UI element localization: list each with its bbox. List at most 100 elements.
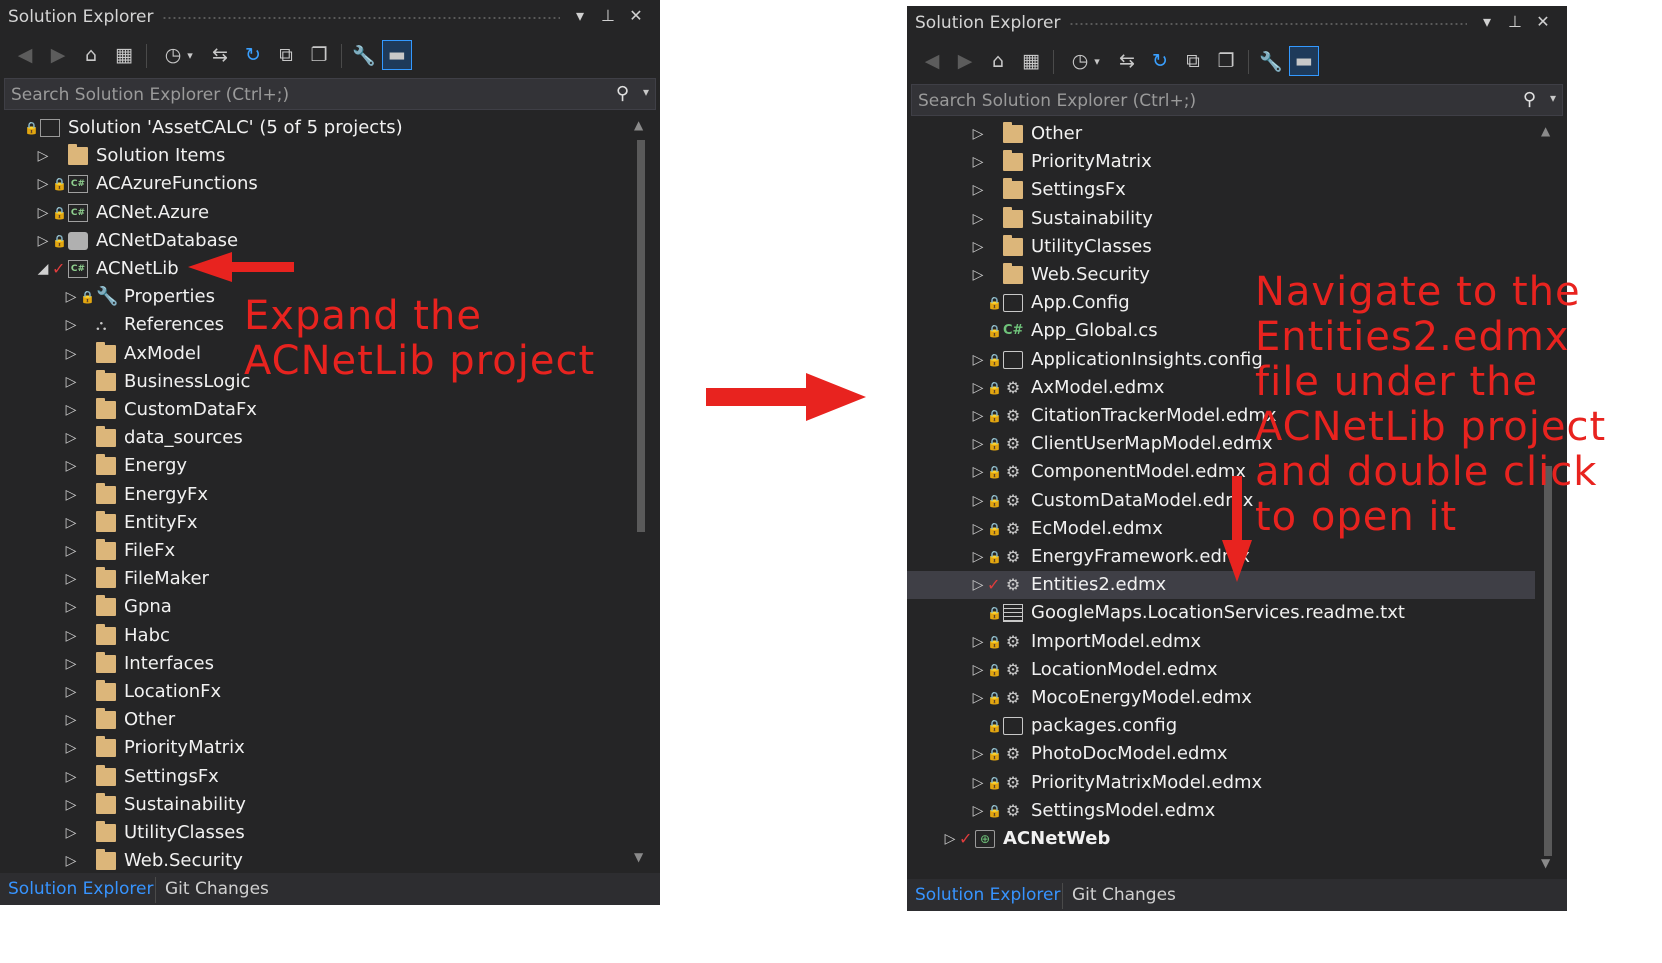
show-all-files-icon[interactable]: ❐ [1211, 46, 1241, 76]
right-search-box[interactable]: Search Solution Explorer (Ctrl+;) ⚲ ▾ [911, 84, 1563, 116]
collapsed-arrow-icon[interactable]: ▷ [971, 430, 985, 458]
expanded-arrow-icon[interactable]: ◢ [36, 255, 50, 283]
tree-item[interactable]: ▷ Energy [0, 452, 632, 480]
collapsed-arrow-icon[interactable]: ▷ [64, 452, 78, 480]
collapsed-arrow-icon[interactable]: ▷ [64, 396, 78, 424]
tree-item[interactable]: ▷ CustomDataFx [0, 396, 632, 424]
tree-item[interactable]: ▷ SettingsFx [0, 763, 632, 791]
preview-selected-items-icon[interactable]: ▬ [382, 40, 412, 70]
tree-item[interactable]: ▷ ✓ ⊕ ACNetWeb [907, 825, 1535, 853]
tree-item[interactable]: ◢ ✓ C# ACNetLib [0, 255, 632, 283]
collapsed-arrow-icon[interactable]: ▷ [36, 170, 50, 198]
collapsed-arrow-icon[interactable]: ▷ [36, 142, 50, 170]
tree-item[interactable]: ▷ EnergyFx [0, 481, 632, 509]
collapsed-arrow-icon[interactable]: ▷ [64, 763, 78, 791]
collapsed-arrow-icon[interactable]: ▷ [971, 797, 985, 825]
tab-git-changes[interactable]: Git Changes [165, 879, 269, 899]
tree-item[interactable]: ▷ FileFx [0, 537, 632, 565]
properties-wrench-icon[interactable]: 🔧 [1256, 46, 1286, 76]
collapsed-arrow-icon[interactable]: ▷ [971, 487, 985, 515]
pin-icon[interactable]: ⊥ [598, 6, 618, 26]
tree-item[interactable]: ▷ Interfaces [0, 650, 632, 678]
collapsed-arrow-icon[interactable]: ▷ [971, 684, 985, 712]
collapsed-arrow-icon[interactable]: ▷ [64, 593, 78, 621]
switch-views-icon[interactable]: ▦ [1016, 46, 1046, 76]
collapsed-arrow-icon[interactable]: ▷ [971, 515, 985, 543]
tree-item[interactable]: ▷ 🔒 ⚙ SettingsModel.edmx [907, 797, 1535, 825]
refresh-icon[interactable]: ↻ [1145, 46, 1175, 76]
search-options-dropdown-icon[interactable]: ▾ [643, 85, 649, 99]
tree-item[interactable]: ▷ 🔒 C# ACNet.Azure [0, 199, 632, 227]
collapsed-arrow-icon[interactable]: ▷ [64, 368, 78, 396]
search-input[interactable]: Search Solution Explorer (Ctrl+;) [918, 91, 1196, 111]
collapsed-arrow-icon[interactable]: ▷ [64, 847, 78, 875]
tree-item[interactable]: ▷ 🔒 C# ACAzureFunctions [0, 170, 632, 198]
filter-dropdown-icon[interactable]: ▾ [1089, 46, 1105, 76]
dropdown-icon[interactable]: ▾ [570, 6, 590, 26]
collapsed-arrow-icon[interactable]: ▷ [64, 650, 78, 678]
tree-item[interactable]: ▷ 🔒 ⚙ EnergyFramework.edmx [907, 543, 1535, 571]
search-input[interactable]: Search Solution Explorer (Ctrl+;) [11, 85, 289, 105]
tree-item[interactable]: ▷ PriorityMatrix [0, 734, 632, 762]
tree-item[interactable]: ▷ LocationFx [0, 678, 632, 706]
home-icon[interactable]: ⌂ [76, 40, 106, 70]
scroll-down-arrow-icon[interactable]: ▼ [634, 850, 643, 864]
tree-item[interactable]: ▷ UtilityClasses [907, 233, 1535, 261]
search-options-dropdown-icon[interactable]: ▾ [1550, 91, 1556, 105]
tree-item[interactable]: ▷ Habc [0, 622, 632, 650]
collapsed-arrow-icon[interactable]: ▷ [971, 374, 985, 402]
collapsed-arrow-icon[interactable]: ▷ [64, 819, 78, 847]
search-icon[interactable]: ⚲ [1523, 89, 1536, 110]
tree-item[interactable]: ▷ Sustainability [0, 791, 632, 819]
tree-item[interactable]: ▷ 🔒 ⚙ PriorityMatrixModel.edmx [907, 769, 1535, 797]
collapsed-arrow-icon[interactable]: ▷ [64, 734, 78, 762]
collapsed-arrow-icon[interactable]: ▷ [64, 424, 78, 452]
tree-item[interactable]: ▷ Gpna [0, 593, 632, 621]
collapsed-arrow-icon[interactable]: ▷ [64, 311, 78, 339]
tree-item[interactable]: ▷ PriorityMatrix [907, 148, 1535, 176]
collapsed-arrow-icon[interactable]: ▷ [64, 622, 78, 650]
show-all-files-icon[interactable]: ❐ [304, 40, 334, 70]
collapsed-arrow-icon[interactable]: ▷ [971, 571, 985, 599]
collapsed-arrow-icon[interactable]: ▷ [971, 205, 985, 233]
scrollbar-thumb[interactable] [637, 140, 645, 532]
collapsed-arrow-icon[interactable]: ▷ [36, 227, 50, 255]
collapsed-arrow-icon[interactable]: ▷ [64, 283, 78, 311]
tree-item[interactable]: 🔒 packages.config [907, 712, 1535, 740]
back-icon[interactable]: ◀ [917, 46, 947, 76]
collapsed-arrow-icon[interactable]: ▷ [971, 261, 985, 289]
tree-item[interactable]: 🔒 Solution 'AssetCALC' (5 of 5 projects) [0, 114, 632, 142]
tree-item[interactable]: ▷ ✓ ⚙ Entities2.edmx [907, 571, 1535, 600]
tab-git-changes[interactable]: Git Changes [1072, 885, 1176, 905]
tree-item[interactable]: ▷ data_sources [0, 424, 632, 452]
collapsed-arrow-icon[interactable]: ▷ [64, 706, 78, 734]
scroll-up-arrow-icon[interactable]: ▲ [1541, 124, 1550, 138]
collapsed-arrow-icon[interactable]: ▷ [64, 509, 78, 537]
tab-solution-explorer[interactable]: Solution Explorer [915, 885, 1060, 905]
back-icon[interactable]: ◀ [10, 40, 40, 70]
tree-item[interactable]: ▷ UtilityClasses [0, 819, 632, 847]
tree-item[interactable]: ▷ 🔒 ⚙ PhotoDocModel.edmx [907, 740, 1535, 768]
pin-icon[interactable]: ⊥ [1505, 12, 1525, 32]
collapsed-arrow-icon[interactable]: ▷ [943, 825, 957, 853]
tree-item[interactable]: ▷ Solution Items [0, 142, 632, 170]
sync-active-document-icon[interactable]: ⇆ [205, 40, 235, 70]
collapsed-arrow-icon[interactable]: ▷ [971, 740, 985, 768]
collapsed-arrow-icon[interactable]: ▷ [64, 537, 78, 565]
tree-item[interactable]: ▷ FileMaker [0, 565, 632, 593]
collapse-all-icon[interactable]: ⧉ [1178, 46, 1208, 76]
dropdown-icon[interactable]: ▾ [1477, 12, 1497, 32]
collapsed-arrow-icon[interactable]: ▷ [971, 346, 985, 374]
collapsed-arrow-icon[interactable]: ▷ [971, 120, 985, 148]
tree-item[interactable]: ▷ EntityFx [0, 509, 632, 537]
collapsed-arrow-icon[interactable]: ▷ [64, 565, 78, 593]
collapsed-arrow-icon[interactable]: ▷ [64, 791, 78, 819]
tree-item[interactable]: 🔒 GoogleMaps.LocationServices.readme.txt [907, 599, 1535, 627]
collapsed-arrow-icon[interactable]: ▷ [64, 481, 78, 509]
refresh-icon[interactable]: ↻ [238, 40, 268, 70]
properties-wrench-icon[interactable]: 🔧 [349, 40, 379, 70]
tree-item[interactable]: ▷ SettingsFx [907, 176, 1535, 204]
close-icon[interactable]: ✕ [1533, 12, 1553, 32]
tab-solution-explorer[interactable]: Solution Explorer [8, 879, 153, 899]
tree-item[interactable]: ▷ 🔒 ⚙ ImportModel.edmx [907, 628, 1535, 656]
